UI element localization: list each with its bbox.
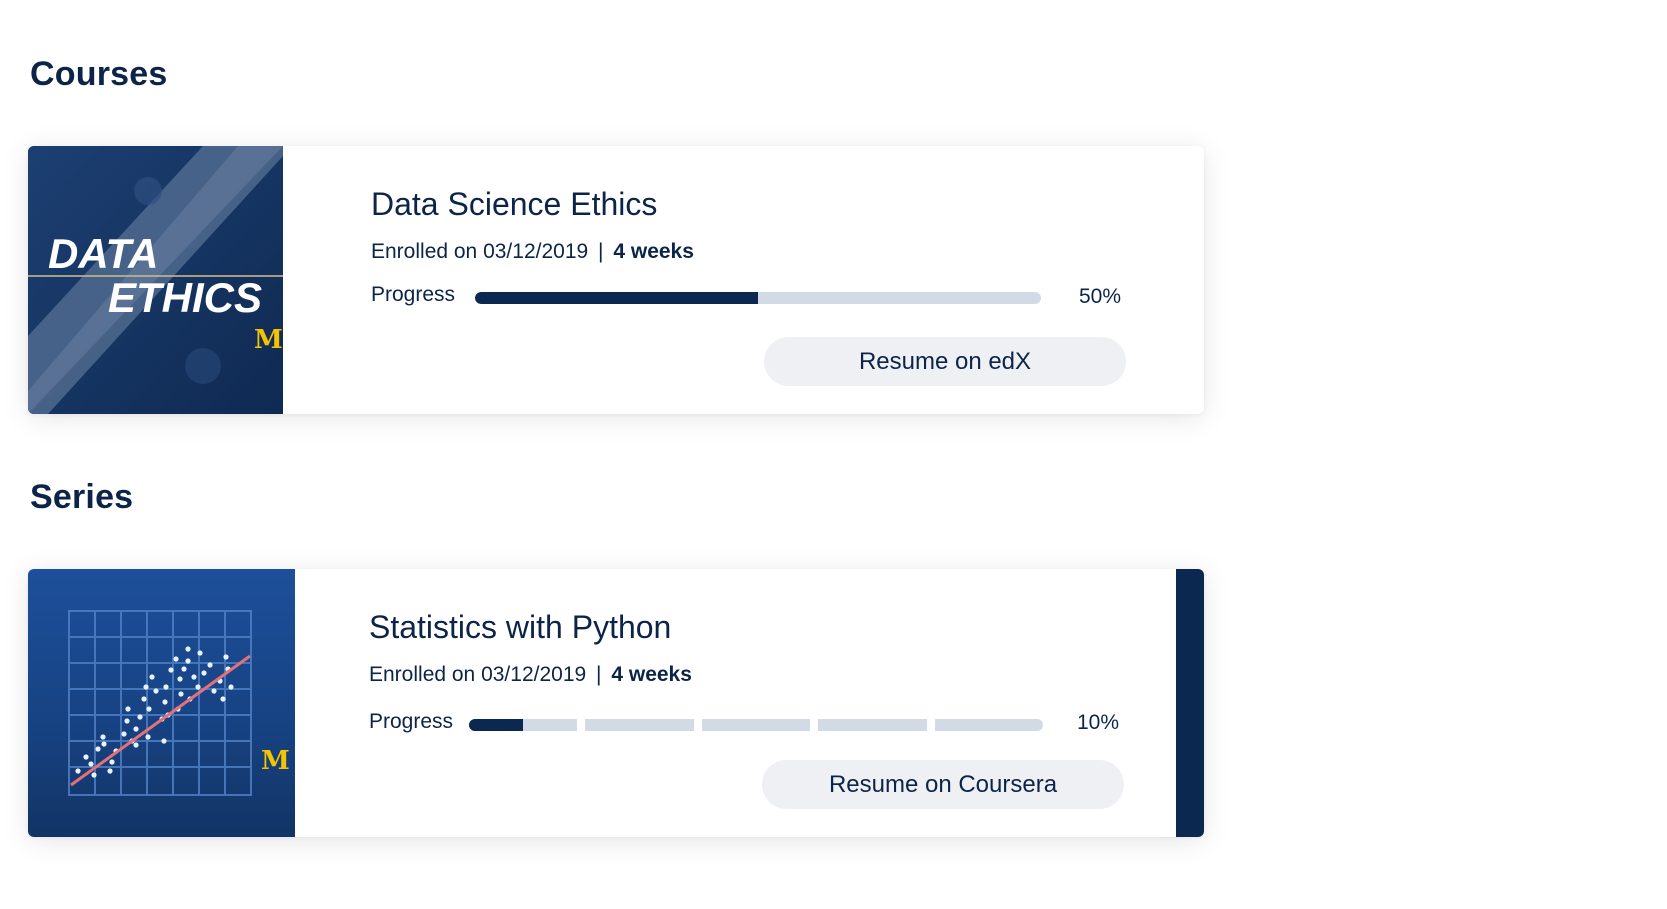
scatter-point [91,772,97,778]
resume-coursera-button[interactable]: Resume on Coursera [762,760,1124,809]
scatter-point [124,718,130,724]
progress-bar-fill [475,292,758,304]
scatter-point [161,738,167,744]
course-card: DATA ETHICS M Data Science Ethics Enroll… [28,146,1204,414]
scatter-point [133,726,139,732]
scatter-point [109,759,115,765]
enrolled-date: Enrolled on 03/12/2019 [371,240,589,263]
progress-label: Progress [369,710,454,733]
scatter-point [133,742,139,748]
scatter-point [197,650,203,656]
scatter-point [121,731,127,737]
series-title[interactable]: Statistics with Python [369,609,671,646]
series-heading: Series [30,478,134,516]
scatter-point [228,684,234,690]
enrolled-date: Enrolled on 03/12/2019 [369,663,587,686]
data-ethics-artwork: DATA ETHICS M [28,146,283,414]
progress-percent: 10% [1077,711,1120,734]
university-logo: M [254,325,283,355]
thumbnail-ethics-text: ETHICS [108,274,262,321]
scatter-point [173,656,179,662]
scatter-point [163,684,169,690]
trend-line [70,654,251,787]
scatter-point [191,674,197,680]
scatter-point [178,691,184,697]
progress-label: Progress [371,283,456,306]
progress-percent: 50% [1079,285,1122,308]
progress-segment [585,719,694,731]
course-title[interactable]: Data Science Ethics [371,186,657,223]
scatter-point [162,699,168,705]
course-thumbnail[interactable]: DATA ETHICS M [28,146,283,414]
scatter-point [177,676,183,682]
scatter-point [95,746,101,752]
scatter-point [207,662,213,668]
statistics-artwork: M [68,610,290,796]
series-thumbnail[interactable]: M [28,569,295,837]
dashboard-page: Courses DATA ETHICS M Data Science Ethic… [0,0,1667,909]
scatter-point [137,714,143,720]
progress-bar [475,292,1041,304]
progress-segment-fill [469,719,524,731]
scatter-points [75,646,234,778]
scatter-point [220,696,226,702]
resume-edx-button[interactable]: Resume on edX [764,337,1126,386]
scatter-point [100,734,106,740]
scatter-point [83,754,89,760]
scatter-point [149,674,155,680]
scatter-point [195,684,201,690]
scatter-point [88,761,94,767]
scatter-point [211,688,217,694]
segmented-progress-bar [469,719,1044,731]
enrollment-info: Enrolled on 03/12/2019 | 4 weeks [369,663,692,687]
progress-segment [469,719,578,731]
series-duration: 4 weeks [611,663,692,686]
scatter-point [145,734,151,740]
scatter-point [185,658,191,664]
scatter-point [223,654,229,660]
enrollment-separator: | [596,663,602,686]
series-card: M Statistics with Python Enrolled on 03/… [28,569,1204,837]
scatter-point [146,706,152,712]
thumbnail-data-text: DATA [48,230,158,277]
scatter-point [201,670,207,676]
scatter-point [168,667,174,673]
scatter-point [141,696,147,702]
scatter-point [107,768,113,774]
scatter-point [125,706,131,712]
scatter-point [101,741,107,747]
scatter-point [185,646,191,652]
progress-segment [934,719,1044,731]
course-duration: 4 weeks [613,240,694,263]
progress-segment [818,719,927,731]
university-logo: M [261,746,290,776]
scatter-point [181,666,187,672]
scatter-point [75,768,81,774]
progress-segment [701,719,811,731]
enrollment-info: Enrolled on 03/12/2019 | 4 weeks [371,240,694,264]
enrollment-separator: | [598,240,604,263]
courses-heading: Courses [30,55,168,93]
scatter-point [143,684,149,690]
series-stack-edge [1176,569,1204,837]
scatter-point [153,688,159,694]
